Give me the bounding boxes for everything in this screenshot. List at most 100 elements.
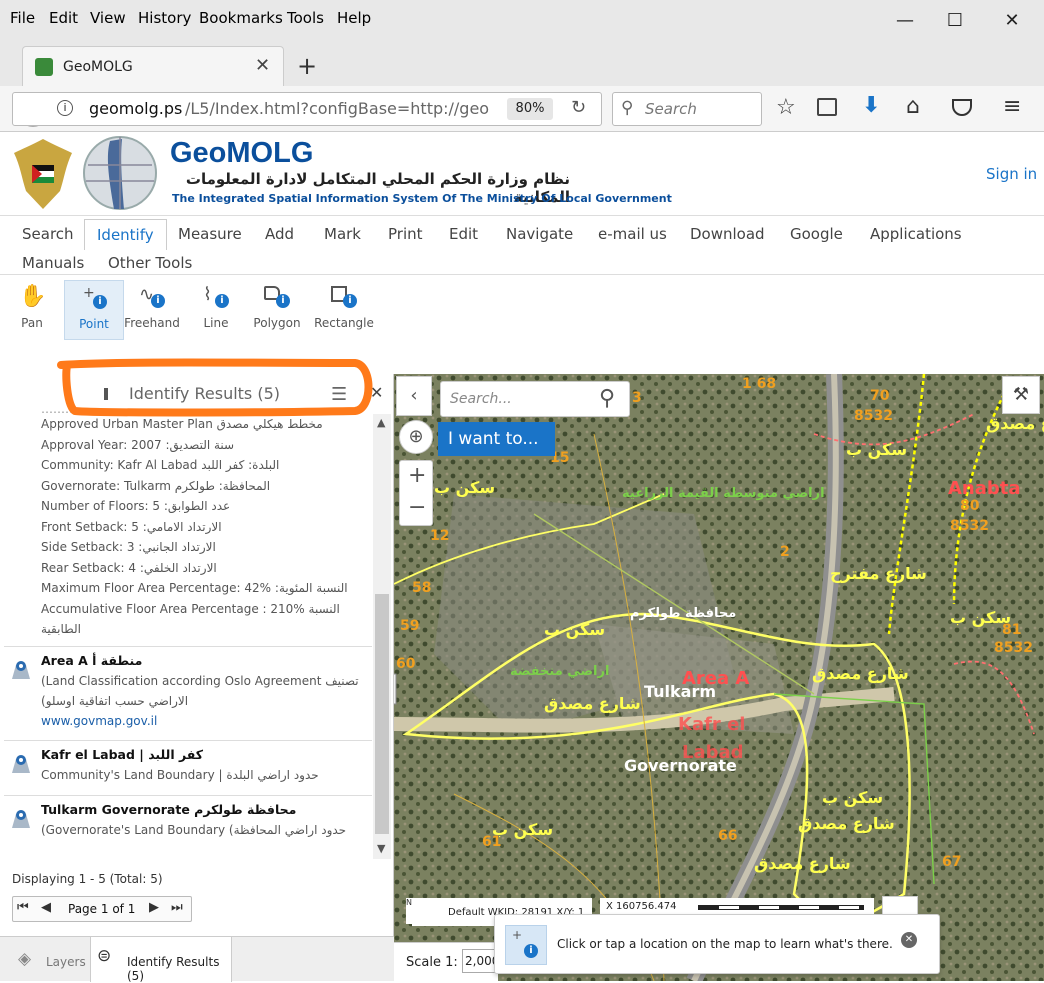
result-line: Approval Year: 2007 :سنة التصديق bbox=[41, 437, 235, 452]
hamburger-menu-icon[interactable]: ≡ bbox=[1003, 94, 1021, 119]
tool-rectangle[interactable]: i Rectangle bbox=[314, 284, 374, 340]
result-item-area-a[interactable]: Area A منطقة أ (Land Classification acco… bbox=[4, 645, 372, 740]
result-title: Tulkarm Governorate محافظة طولكرم bbox=[41, 801, 297, 817]
sign-in-link[interactable]: Sign in bbox=[986, 165, 1037, 183]
next-page-icon[interactable]: ▶ bbox=[149, 900, 159, 915]
map-search-input[interactable]: Search... ⚲ bbox=[440, 381, 630, 417]
minimize-icon[interactable]: — bbox=[885, 6, 925, 36]
map-parcel-label: 59 bbox=[400, 618, 420, 634]
map-parcel-label: 12 bbox=[430, 528, 450, 544]
tab-edit[interactable]: Edit bbox=[449, 225, 478, 243]
info-icon[interactable]: i bbox=[57, 100, 73, 116]
tab-layers[interactable]: ◈ Layers bbox=[0, 937, 88, 982]
coordinate-x: X 160756.474 bbox=[606, 901, 677, 912]
tool-rectangle-label: Rectangle bbox=[314, 316, 374, 330]
i-want-to-button[interactable]: I want to... bbox=[438, 422, 555, 456]
polygon-identify-icon: i bbox=[264, 284, 290, 310]
download-icon[interactable]: ⬇ bbox=[862, 93, 880, 118]
result-line: الطابقية bbox=[41, 622, 81, 636]
zoom-in-icon[interactable]: + bbox=[408, 463, 426, 488]
globe-logo bbox=[83, 136, 157, 210]
zoom-controls: + − bbox=[399, 460, 433, 526]
tab-navigate[interactable]: Navigate bbox=[506, 225, 573, 243]
close-window-icon[interactable]: ✕ bbox=[992, 6, 1032, 36]
url-path: /L5/Index.html?configBase=http://geo bbox=[185, 99, 490, 118]
tab-add[interactable]: Add bbox=[265, 225, 294, 243]
locate-me-icon[interactable]: ⊕ bbox=[399, 420, 433, 454]
tab-download[interactable]: Download bbox=[690, 225, 765, 243]
tool-line[interactable]: ⌇ i Line bbox=[186, 284, 246, 340]
tab-other-tools[interactable]: Other Tools bbox=[108, 254, 192, 272]
map-land-use-label: سكن ب bbox=[434, 478, 496, 497]
scroll-up-icon[interactable]: ▲ bbox=[377, 416, 385, 429]
tab-mark[interactable]: Mark bbox=[324, 225, 361, 243]
tool-pan[interactable]: ✋ Pan bbox=[2, 284, 62, 340]
menu-view[interactable]: View bbox=[90, 9, 126, 27]
tool-pan-label: Pan bbox=[21, 316, 43, 330]
menu-file[interactable]: File bbox=[10, 9, 35, 27]
tab-measure[interactable]: Measure bbox=[178, 225, 242, 243]
prev-page-icon[interactable]: ◀ bbox=[41, 900, 51, 915]
pager: ⏮ ◀ Page 1 of 1 ▶ ⏭ bbox=[12, 896, 192, 922]
app-menu-tabs: Search Identify Measure Add Mark Print E… bbox=[0, 215, 1044, 275]
close-tooltip-icon[interactable]: ✕ bbox=[901, 932, 917, 948]
page-label: Page 1 of 1 bbox=[68, 902, 136, 916]
map-zone-label: اراضي منخفضة bbox=[510, 664, 610, 679]
tab-identify[interactable]: Identify bbox=[84, 219, 167, 250]
map-parcel-label: 2 bbox=[780, 544, 790, 560]
menu-bookmarks[interactable]: Bookmarks bbox=[199, 9, 283, 27]
point-identify-icon: + i bbox=[505, 925, 547, 965]
map-street-label: شارع مصدق bbox=[544, 694, 641, 713]
reading-list-icon[interactable] bbox=[817, 98, 837, 116]
tools-icon[interactable]: ⚒ bbox=[1002, 376, 1040, 414]
tool-freehand[interactable]: ∿ i Freehand bbox=[122, 284, 182, 340]
menu-tools[interactable]: Tools bbox=[287, 9, 324, 27]
tab-print[interactable]: Print bbox=[388, 225, 423, 243]
line-identify-icon: ⌇ i bbox=[203, 284, 229, 310]
menu-history[interactable]: History bbox=[138, 9, 191, 27]
tab-email-us[interactable]: e-mail us bbox=[598, 225, 667, 243]
search-placeholder: Search bbox=[645, 100, 697, 118]
map-street-label: شارع مصدق bbox=[798, 814, 895, 833]
menu-edit[interactable]: Edit bbox=[49, 9, 78, 27]
result-line: Side Setback: 3 :الارتداد الجانبي bbox=[41, 540, 216, 554]
result-item-tulkarm-governorate[interactable]: Tulkarm Governorate محافظة طولكرم (Gover… bbox=[4, 794, 372, 850]
tool-freehand-label: Freehand bbox=[124, 316, 180, 330]
tab-google[interactable]: Google bbox=[790, 225, 843, 243]
scroll-down-icon[interactable]: ▼ bbox=[377, 842, 385, 855]
home-icon[interactable]: ⌂ bbox=[906, 94, 920, 119]
result-item-kafr-el-labad[interactable]: Kafr el Labad | كفر اللبد Community's La… bbox=[4, 739, 372, 795]
map-search-placeholder: Search... bbox=[450, 391, 512, 407]
last-page-icon[interactable]: ⏭ bbox=[171, 900, 183, 915]
map-search-icon[interactable]: ⚲ bbox=[599, 386, 615, 411]
tab-search[interactable]: Search bbox=[22, 225, 74, 243]
map-parcel-label: 1 68 bbox=[742, 376, 777, 392]
results-scrollbar[interactable]: ▲ ▼ bbox=[373, 414, 391, 859]
tab-title: GeoMOLG bbox=[63, 59, 133, 75]
browser-tab[interactable]: GeoMOLG ✕ bbox=[22, 46, 284, 86]
url-bar[interactable]: i geomolg.ps /L5/Index.html?configBase=h… bbox=[12, 92, 602, 126]
bookmark-star-icon[interactable]: ☆ bbox=[776, 95, 796, 120]
tab-manuals[interactable]: Manuals bbox=[22, 254, 84, 272]
collapse-panel-button[interactable]: ‹ bbox=[396, 376, 432, 416]
new-tab-icon[interactable]: + bbox=[297, 52, 317, 80]
scrollbar-thumb[interactable] bbox=[375, 594, 389, 834]
first-page-icon[interactable]: ⏮ bbox=[17, 900, 29, 915]
tab-applications[interactable]: Applications bbox=[870, 225, 962, 243]
zoom-out-icon[interactable]: − bbox=[408, 495, 426, 520]
map-pin-icon bbox=[12, 809, 30, 828]
tool-polygon[interactable]: i Polygon bbox=[247, 284, 307, 340]
govmap-link[interactable]: www.govmap.gov.il bbox=[41, 714, 157, 728]
tool-point[interactable]: + i Point bbox=[64, 280, 124, 340]
map-anabta-label: Anabta bbox=[948, 478, 1021, 499]
zoom-indicator[interactable]: 80% bbox=[507, 98, 553, 120]
map-view[interactable]: 1 68 70 8532 3 15 12 58 59 60 2 80 8532 … bbox=[394, 374, 1044, 981]
browser-search[interactable]: ⚲ Search bbox=[612, 92, 762, 126]
menu-help[interactable]: Help bbox=[337, 9, 371, 27]
tab-identify-results[interactable]: ⊜ Identify Results (5) bbox=[90, 936, 232, 983]
maximize-icon[interactable]: ☐ bbox=[935, 6, 975, 36]
scale-input[interactable]: 2,000 bbox=[462, 949, 498, 973]
close-tab-icon[interactable]: ✕ bbox=[255, 55, 270, 76]
reload-icon[interactable]: ↻ bbox=[571, 97, 586, 118]
map-land-use-label: سكن ب bbox=[492, 820, 554, 839]
